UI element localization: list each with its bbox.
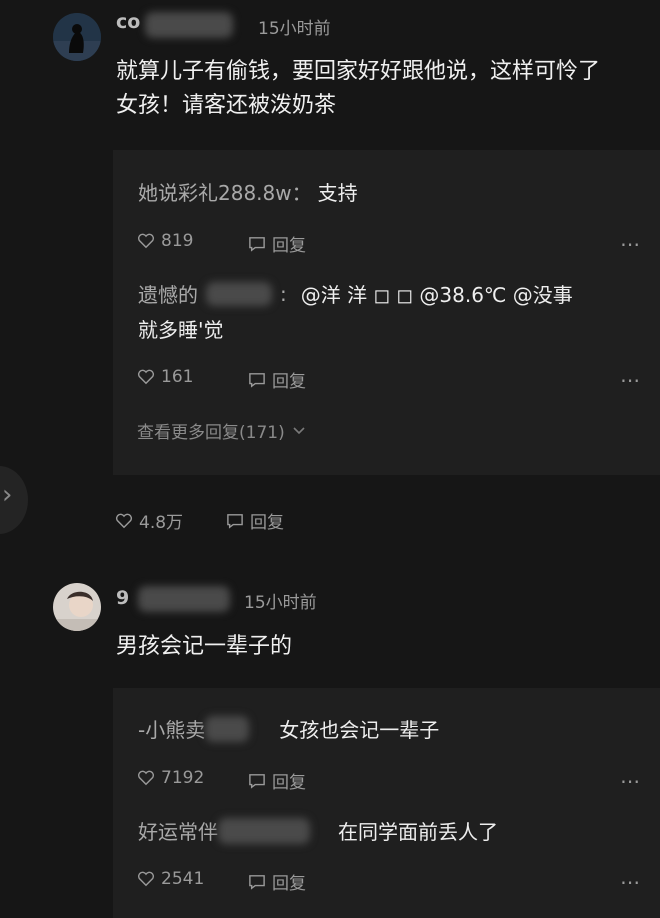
username-redaction bbox=[218, 817, 310, 844]
comment-icon bbox=[249, 236, 265, 252]
reply-username[interactable]: 好运常伴 bbox=[138, 816, 218, 845]
avatar-image bbox=[53, 583, 101, 631]
more-options-icon[interactable]: ⋯ bbox=[620, 870, 641, 894]
reply-text: 女孩也会记一辈子 bbox=[279, 718, 440, 742]
comment-text-line: 女孩！请客还被泼奶茶 bbox=[116, 93, 337, 118]
comment-text: 就算儿子有偷钱，要回家好好跟他说，这样可怜了 女孩！请客还被泼奶茶 bbox=[116, 55, 646, 123]
reply-label: 回复 bbox=[250, 513, 284, 533]
reply-label: 回复 bbox=[272, 372, 306, 392]
view-more-replies[interactable]: 查看更多回复(171) bbox=[137, 418, 305, 443]
reply-label: 回复 bbox=[272, 874, 306, 894]
more-options-icon[interactable]: ⋯ bbox=[620, 368, 641, 392]
chevron-right-icon[interactable]: › bbox=[2, 480, 12, 510]
username-redaction bbox=[206, 281, 272, 306]
heart-icon bbox=[116, 513, 132, 528]
comment-username[interactable]: 9 bbox=[116, 587, 129, 609]
reply-username[interactable]: 她说彩礼288.8w： bbox=[138, 177, 312, 206]
reply-button[interactable]: 回复 bbox=[248, 869, 306, 894]
like-count: 7192 bbox=[161, 768, 205, 788]
like-count: 2541 bbox=[161, 869, 205, 889]
heart-icon bbox=[138, 233, 154, 249]
reply-item: 好运常伴 在同学面前丢人了 bbox=[138, 816, 498, 845]
more-options-icon[interactable]: ⋯ bbox=[620, 232, 641, 256]
view-more-label: 查看更多回复(171) bbox=[137, 423, 285, 443]
reply-label: 回复 bbox=[272, 236, 306, 256]
username-redaction bbox=[205, 715, 250, 742]
comment-time: 15小时前 bbox=[258, 19, 331, 39]
reply-like-button[interactable]: 2541 bbox=[137, 869, 204, 889]
reply-like-button[interactable]: 161 bbox=[137, 367, 193, 387]
reply-text: 在同学面前丢人了 bbox=[338, 820, 498, 844]
reply-username[interactable]: -小熊卖 bbox=[138, 714, 205, 743]
comment-reply-button[interactable]: 回复 bbox=[226, 508, 284, 533]
avatar[interactable] bbox=[53, 583, 101, 631]
username-redaction bbox=[138, 586, 230, 612]
reply-item: 她说彩礼288.8w： 支持 bbox=[138, 177, 358, 206]
like-count: 4.8万 bbox=[139, 513, 184, 533]
reply-text: 支持 bbox=[317, 181, 358, 205]
comment-time: 15小时前 bbox=[244, 593, 317, 613]
comment-icon bbox=[227, 513, 243, 529]
reply-item: 遗憾的 : @洋 洋 ◻ ◻ @38.6℃ @没事 就多睡'觉 bbox=[138, 279, 638, 343]
comment-like-button[interactable]: 4.8万 bbox=[115, 508, 183, 533]
reply-button[interactable]: 回复 bbox=[248, 768, 306, 793]
reply-label: 回复 bbox=[272, 773, 306, 793]
reply-like-button[interactable]: 819 bbox=[137, 231, 193, 251]
avatar[interactable] bbox=[53, 13, 101, 61]
comment-icon bbox=[249, 874, 265, 890]
more-options-icon[interactable]: ⋯ bbox=[620, 769, 641, 793]
like-count: 161 bbox=[161, 367, 194, 387]
comment-text: 男孩会记一辈子的 bbox=[116, 634, 293, 659]
like-count: 819 bbox=[161, 231, 194, 251]
chevron-down-icon bbox=[293, 426, 305, 434]
reply-text: @洋 洋 ◻ ◻ @38.6℃ @没事 bbox=[300, 283, 573, 307]
comment-text-line: 就算儿子有偷钱，要回家好好跟他说，这样可怜了 bbox=[116, 59, 601, 84]
heart-icon bbox=[138, 770, 154, 786]
reply-text: 就多睡'觉 bbox=[138, 318, 224, 342]
heart-icon bbox=[138, 871, 154, 887]
reply-like-button[interactable]: 7192 bbox=[137, 768, 204, 788]
reply-button[interactable]: 回复 bbox=[248, 367, 306, 392]
comment-username[interactable]: co bbox=[116, 11, 140, 33]
reply-button[interactable]: 回复 bbox=[248, 231, 306, 256]
comment-icon bbox=[249, 773, 265, 789]
reply-item: -小熊卖 女孩也会记一辈子 bbox=[138, 714, 439, 743]
avatar-image bbox=[53, 13, 101, 61]
heart-icon bbox=[138, 369, 154, 385]
reply-username[interactable]: 遗憾的 bbox=[138, 279, 198, 308]
comment-icon bbox=[249, 372, 265, 388]
username-redaction bbox=[145, 12, 233, 38]
